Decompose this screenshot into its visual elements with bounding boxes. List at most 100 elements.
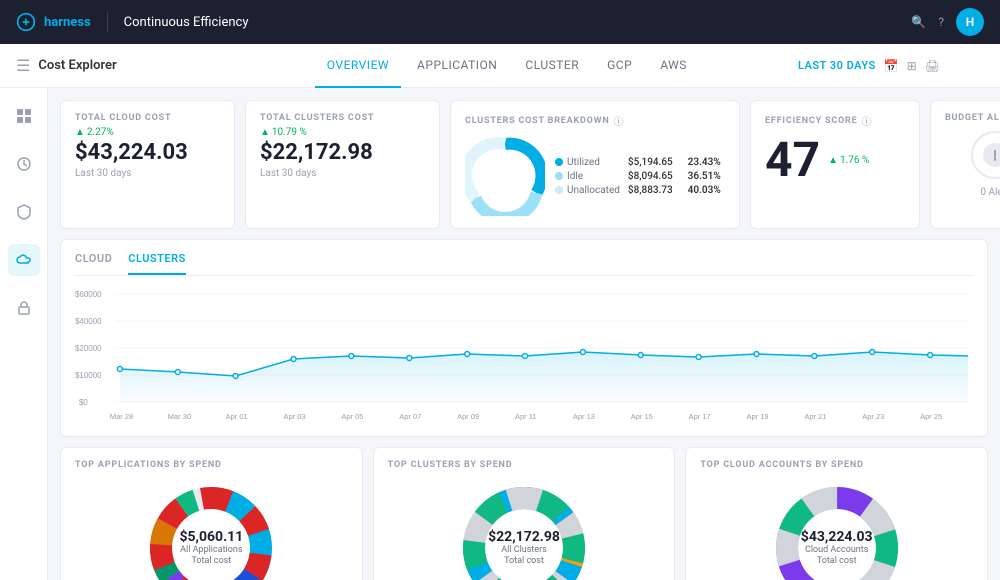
sidebar-item-cloud[interactable]: [8, 244, 40, 276]
total-cloud-cost-change: ▲2.27%: [75, 127, 220, 138]
total-clusters-cost-change: ▲10.79 %: [260, 127, 425, 138]
copy-icon[interactable]: ⊞: [907, 59, 917, 73]
breakdown-legend: Utilized $5,194.65 23.43% Idle $8,094.65…: [555, 157, 721, 196]
svg-text:Apr 11: Apr 11: [515, 412, 536, 421]
svg-text:Apr 03: Apr 03: [284, 412, 306, 421]
chart-tabs: CLOUD CLUSTERS: [75, 252, 973, 276]
top-applications-card: TOP APPLICATIONS BY SPEND $5,: [60, 447, 363, 580]
calendar-icon[interactable]: 📅: [884, 59, 899, 73]
svg-text:Mar 30: Mar 30: [168, 412, 191, 421]
total-clusters-cost-value: $22,172.98: [260, 140, 425, 166]
svg-text:$60000: $60000: [75, 290, 102, 299]
main-content: TOTAL CLOUD COST ▲2.27% $43,224.03 Last …: [48, 88, 1000, 580]
nav-divider: [107, 12, 108, 32]
app-title: Continuous Efficiency: [124, 15, 896, 30]
nav-tabs: OVERVIEW APPLICATION CLUSTER GCP AWS: [315, 44, 699, 88]
tab-overview[interactable]: OVERVIEW: [315, 44, 401, 88]
top-clusters-value: $22,172.98: [488, 529, 560, 545]
top-clusters-donut: $22,172.98 All ClustersTotal cost: [454, 478, 594, 580]
help-icon[interactable]: ?: [938, 15, 944, 29]
top-cloud-accounts-center: $43,224.03 Cloud AccountsTotal cost: [801, 529, 873, 567]
tab-application[interactable]: APPLICATION: [405, 44, 509, 88]
top-clusters-label: TOP CLUSTERS BY SPEND: [388, 460, 661, 470]
chart-area: $60000 $40000 $20000 $10000 $0: [75, 284, 973, 424]
chart-tab-clusters[interactable]: CLUSTERS: [128, 252, 186, 275]
topnav-actions: 🔍 ? H: [911, 8, 984, 36]
chart-tab-cloud[interactable]: CLOUD: [75, 252, 112, 275]
budget-alert-card: BUDGET ALERT 0 Alert: [930, 100, 1000, 229]
date-range-button[interactable]: LAST 30 DAYS: [798, 59, 876, 72]
efficiency-score-card: EFFICIENCY SCORE ⓘ 47 ▲1.76 %: [750, 100, 920, 229]
breakdown-inner: Utilized $5,194.65 23.43% Idle $8,094.65…: [465, 136, 725, 216]
menu-icon[interactable]: ☰: [16, 56, 30, 75]
main-layout: TOTAL CLOUD COST ▲2.27% $43,224.03 Last …: [0, 88, 1000, 580]
svg-text:Apr 19: Apr 19: [747, 412, 769, 421]
total-clusters-cost-card: TOTAL CLUSTERS COST ▲10.79 % $22,172.98 …: [245, 100, 440, 229]
tab-cluster[interactable]: CLUSTER: [513, 44, 591, 88]
svg-text:Apr 01: Apr 01: [226, 412, 248, 421]
search-icon[interactable]: 🔍: [911, 15, 926, 29]
summary-cards: TOTAL CLOUD COST ▲2.27% $43,224.03 Last …: [60, 100, 988, 229]
svg-text:Apr 09: Apr 09: [457, 412, 479, 421]
tab-aws[interactable]: AWS: [648, 44, 699, 88]
svg-text:Apr 25: Apr 25: [920, 412, 942, 421]
clusters-cost-breakdown-card: CLUSTERS COST BREAKDOWN ⓘ: [450, 100, 740, 229]
efficiency-score-label: EFFICIENCY SCORE: [765, 116, 857, 126]
budget-alert-label: BUDGET ALERT: [945, 113, 1000, 123]
user-avatar[interactable]: H: [956, 8, 984, 36]
top-applications-center: $5,060.11 All ApplicationsTotal cost: [179, 529, 243, 567]
sidebar-item-clock[interactable]: [8, 148, 40, 180]
budget-alert-icon: [981, 141, 1000, 169]
total-cloud-cost-card: TOTAL CLOUD COST ▲2.27% $43,224.03 Last …: [60, 100, 235, 229]
efficiency-info-icon: ⓘ: [861, 113, 871, 128]
subnav-right: LAST 30 DAYS 📅 ⊞ 🖨: [798, 59, 940, 73]
budget-alert-circle: [971, 131, 1000, 179]
harness-logo-icon: [16, 12, 36, 32]
breakdown-info-icon: ⓘ: [614, 113, 624, 128]
top-applications-label: TOP APPLICATIONS BY SPEND: [75, 460, 348, 470]
budget-alert-text: 0 Alert: [945, 187, 1000, 198]
svg-text:Apr 15: Apr 15: [631, 412, 653, 421]
top-cloud-accounts-value: $43,224.03: [801, 529, 873, 545]
svg-text:$10000: $10000: [75, 371, 102, 380]
top-clusters-card: TOP CLUSTERS BY SPEND $22,172.98 All Clu…: [373, 447, 676, 580]
tab-gcp[interactable]: GCP: [595, 44, 644, 88]
top-cloud-accounts-card: TOP CLOUD ACCOUNTS BY SPEND $43,224.03 C…: [685, 447, 988, 580]
legend-unallocated: Unallocated $8,883.73 40.03%: [555, 185, 721, 196]
sidebar: [0, 88, 48, 580]
legend-utilized: Utilized $5,194.65 23.43%: [555, 157, 721, 168]
sidebar-item-shield[interactable]: [8, 196, 40, 228]
breakdown-label: CLUSTERS COST BREAKDOWN: [465, 116, 610, 126]
total-clusters-cost-label: TOTAL CLUSTERS COST: [260, 113, 425, 123]
logo-text: harness: [44, 15, 91, 30]
top-applications-donut: $5,060.11 All ApplicationsTotal cost: [141, 478, 281, 580]
svg-text:Apr 21: Apr 21: [804, 412, 826, 421]
top-navigation: harness Continuous Efficiency 🔍 ? H: [0, 0, 1000, 44]
legend-idle: Idle $8,094.65 36.51%: [555, 171, 721, 182]
cost-trend-chart: CLOUD CLUSTERS $60000 $40000 $20000 $100…: [60, 239, 988, 437]
trend-chart-svg: $60000 $40000 $20000 $10000 $0: [75, 284, 973, 424]
svg-text:Apr 23: Apr 23: [862, 412, 884, 421]
subnav-left: ☰ Cost Explorer: [16, 56, 117, 75]
logo: harness: [16, 12, 91, 32]
top-cloud-accounts-label: TOP CLOUD ACCOUNTS BY SPEND: [700, 460, 973, 470]
svg-text:$40000: $40000: [75, 317, 102, 326]
section-title: Cost Explorer: [38, 58, 116, 73]
sidebar-item-lock[interactable]: [8, 292, 40, 324]
total-cloud-cost-value: $43,224.03: [75, 140, 220, 166]
svg-text:Apr 05: Apr 05: [341, 412, 363, 421]
idle-dot: [555, 172, 563, 180]
secondary-navigation: ☰ Cost Explorer OVERVIEW APPLICATION CLU…: [0, 44, 1000, 88]
sidebar-item-grid[interactable]: [8, 100, 40, 132]
svg-text:Mar 28: Mar 28: [110, 412, 133, 421]
svg-text:Apr 13: Apr 13: [573, 412, 595, 421]
total-cloud-cost-sub: Last 30 days: [75, 168, 220, 179]
svg-text:Apr 17: Apr 17: [689, 412, 711, 421]
top-clusters-center: $22,172.98 All ClustersTotal cost: [488, 529, 560, 567]
top-cloud-accounts-donut: $43,224.03 Cloud AccountsTotal cost: [767, 478, 907, 580]
utilized-dot: [555, 158, 563, 166]
unallocated-dot: [555, 186, 563, 194]
top-applications-value: $5,060.11: [179, 529, 243, 545]
print-icon[interactable]: 🖨: [925, 59, 940, 73]
efficiency-inner: 47 ▲1.76 %: [765, 136, 905, 184]
